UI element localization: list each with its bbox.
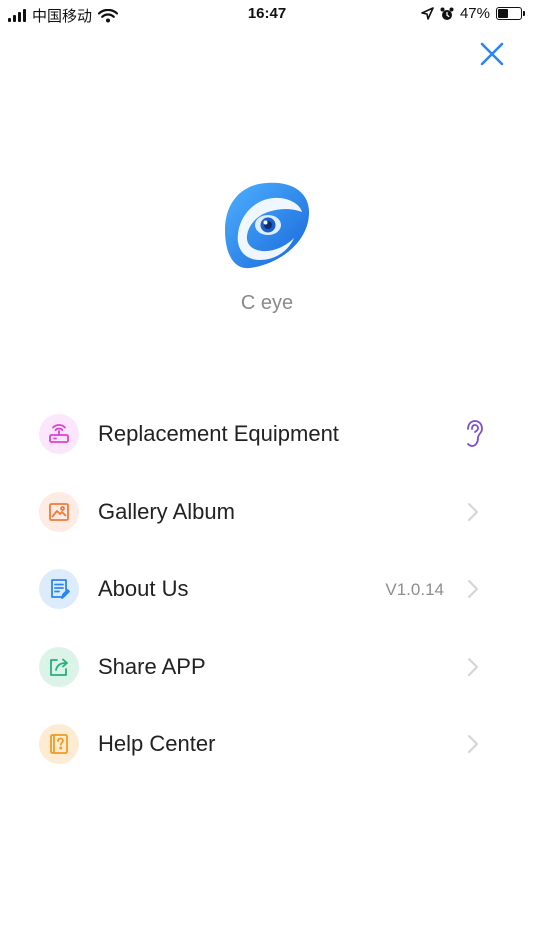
menu-item-label: Replacement Equipment	[98, 421, 339, 446]
help-book-icon	[39, 724, 79, 764]
menu-item-label: Share APP	[98, 653, 206, 679]
alarm-icon	[440, 7, 454, 20]
menu-item-share-app[interactable]: Share APP	[0, 628, 534, 706]
menu-item-label: About Us	[98, 576, 189, 601]
battery-percent: 47%	[459, 5, 490, 22]
chevron-right-icon	[468, 580, 478, 598]
document-icon	[39, 569, 79, 609]
chevron-right-icon	[468, 502, 478, 521]
app-version: V1.0.14	[385, 580, 444, 599]
menu-item-replacement-equipment[interactable]: Replacement Equipment	[0, 395, 534, 473]
app-name: C eye	[240, 292, 294, 314]
chevron-right-icon	[468, 735, 478, 753]
image-icon	[39, 491, 79, 532]
chevron-right-icon	[468, 657, 478, 676]
app-logo	[222, 180, 312, 270]
close-button[interactable]	[474, 36, 510, 72]
settings-menu: Replacement Equipment Gallery Album Abou…	[0, 395, 534, 783]
router-icon	[39, 414, 79, 454]
share-icon	[39, 646, 79, 687]
eye-logo-icon	[225, 182, 310, 269]
battery-icon	[496, 7, 525, 20]
location-arrow-icon	[421, 7, 434, 20]
status-bar: 中国移动 16:47 47%	[0, 0, 534, 28]
close-icon[interactable]	[474, 36, 510, 72]
menu-item-label: Gallery Album	[98, 498, 235, 524]
menu-item-about-us[interactable]: About Us V1.0.14	[0, 550, 534, 628]
ear-icon[interactable]	[462, 419, 486, 449]
menu-item-label: Help Center	[98, 731, 216, 756]
menu-item-gallery-album[interactable]: Gallery Album	[0, 473, 534, 551]
status-right: 47%	[421, 5, 525, 22]
menu-item-help-center[interactable]: Help Center	[0, 705, 534, 783]
